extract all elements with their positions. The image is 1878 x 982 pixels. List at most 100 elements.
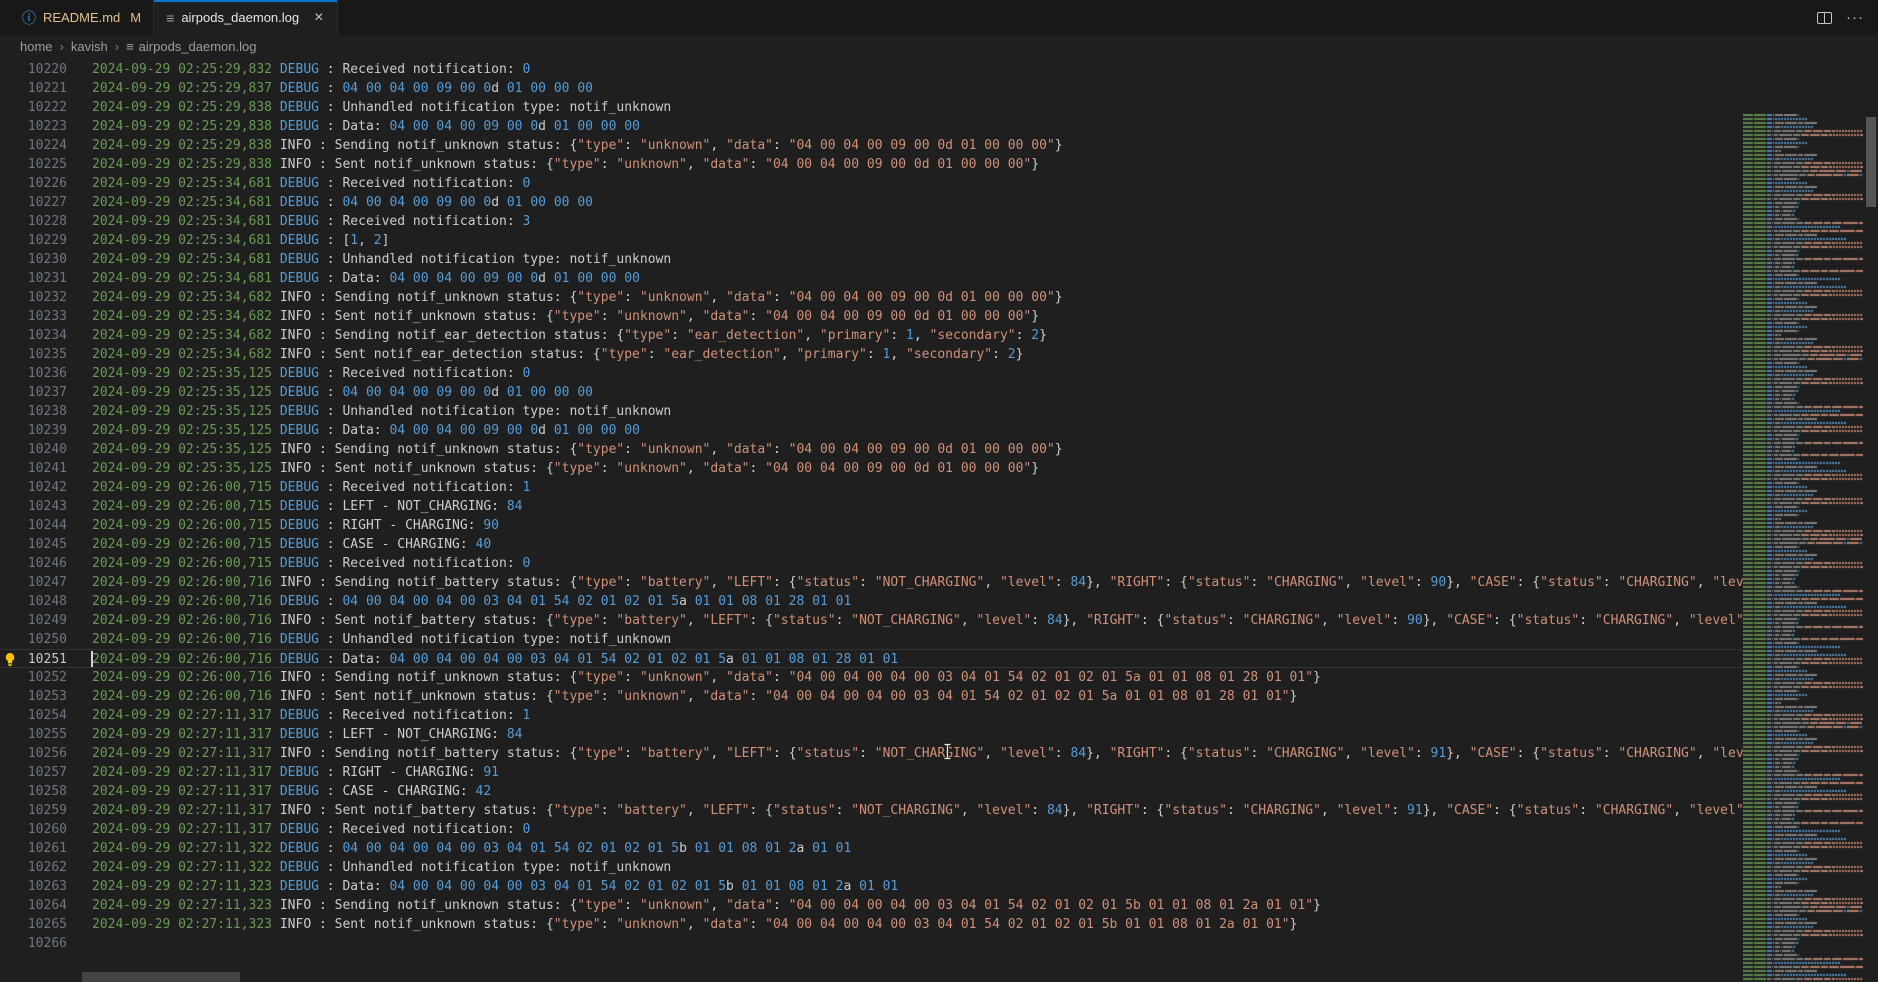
tab-readme[interactable]: ⓘ README.md M	[10, 0, 154, 35]
log-line[interactable]: 102572024-09-29 02:27:11,317 DEBUG : RIG…	[0, 763, 1743, 782]
horizontal-scrollbar-thumb[interactable]	[82, 972, 240, 982]
log-line[interactable]: 102302024-09-29 02:25:34,681 DEBUG : Unh…	[0, 250, 1743, 269]
line-number[interactable]: 10252	[0, 668, 90, 687]
line-number[interactable]: 10244	[0, 516, 90, 535]
line-number[interactable]: 10264	[0, 896, 90, 915]
line-number[interactable]: 10247	[0, 573, 90, 592]
breadcrumb-item-file[interactable]: airpods_daemon.log	[139, 39, 257, 54]
line-number[interactable]: 10228	[0, 212, 90, 231]
log-line[interactable]: 102522024-09-29 02:26:00,716 INFO : Send…	[0, 668, 1743, 687]
line-number[interactable]: 10235	[0, 345, 90, 364]
breadcrumb-item-home[interactable]: home	[20, 39, 53, 54]
line-number[interactable]: 10238	[0, 402, 90, 421]
line-number[interactable]: 10255	[0, 725, 90, 744]
line-number[interactable]: 10245	[0, 535, 90, 554]
log-line[interactable]: 102372024-09-29 02:25:35,125 DEBUG : 04 …	[0, 383, 1743, 402]
line-number[interactable]: 10265	[0, 915, 90, 934]
log-line[interactable]: 102602024-09-29 02:27:11,317 DEBUG : Rec…	[0, 820, 1743, 839]
log-line[interactable]: 102582024-09-29 02:27:11,317 DEBUG : CAS…	[0, 782, 1743, 801]
log-line[interactable]: 102342024-09-29 02:25:34,682 INFO : Send…	[0, 326, 1743, 345]
log-line[interactable]: 102432024-09-29 02:26:00,715 DEBUG : LEF…	[0, 497, 1743, 516]
more-actions-icon[interactable]: ···	[1846, 9, 1864, 26]
line-number[interactable]: 10257	[0, 763, 90, 782]
line-number[interactable]: 10222	[0, 98, 90, 117]
log-line[interactable]: 102312024-09-29 02:25:34,681 DEBUG : Dat…	[0, 269, 1743, 288]
line-number[interactable]: 10221	[0, 79, 90, 98]
line-number[interactable]: 10263	[0, 877, 90, 896]
log-line[interactable]: 102622024-09-29 02:27:11,322 DEBUG : Unh…	[0, 858, 1743, 877]
line-number[interactable]: 10229	[0, 231, 90, 250]
line-number[interactable]: 10234	[0, 326, 90, 345]
log-line[interactable]: 102472024-09-29 02:26:00,716 INFO : Send…	[0, 573, 1743, 592]
breadcrumb-item-kavish[interactable]: kavish	[71, 39, 108, 54]
line-number[interactable]: 10260	[0, 820, 90, 839]
line-number[interactable]: 10223	[0, 117, 90, 136]
log-line[interactable]: 102292024-09-29 02:25:34,681 DEBUG : [1,…	[0, 231, 1743, 250]
log-line[interactable]: 102232024-09-29 02:25:29,838 DEBUG : Dat…	[0, 117, 1743, 136]
log-line[interactable]: 102322024-09-29 02:25:34,682 INFO : Send…	[0, 288, 1743, 307]
log-line[interactable]: 102592024-09-29 02:27:11,317 INFO : Sent…	[0, 801, 1743, 820]
log-line[interactable]: 102402024-09-29 02:25:35,125 INFO : Send…	[0, 440, 1743, 459]
log-line[interactable]: 102362024-09-29 02:25:35,125 DEBUG : Rec…	[0, 364, 1743, 383]
log-line[interactable]: 102262024-09-29 02:25:34,681 DEBUG : Rec…	[0, 174, 1743, 193]
line-number[interactable]: 10236	[0, 364, 90, 383]
log-line[interactable]: 102612024-09-29 02:27:11,322 DEBUG : 04 …	[0, 839, 1743, 858]
log-line[interactable]: 102422024-09-29 02:26:00,715 DEBUG : Rec…	[0, 478, 1743, 497]
log-line[interactable]: 102272024-09-29 02:25:34,681 DEBUG : 04 …	[0, 193, 1743, 212]
log-line[interactable]: 102562024-09-29 02:27:11,317 INFO : Send…	[0, 744, 1743, 763]
log-line[interactable]: 10266	[0, 934, 1743, 953]
split-editor-icon[interactable]	[1817, 12, 1832, 24]
log-line[interactable]: 102352024-09-29 02:25:34,682 INFO : Sent…	[0, 345, 1743, 364]
minimap[interactable]	[1743, 114, 1863, 982]
line-number[interactable]: 10250	[0, 630, 90, 649]
log-line[interactable]: 102502024-09-29 02:26:00,716 DEBUG : Unh…	[0, 630, 1743, 649]
log-line[interactable]: 102332024-09-29 02:25:34,682 INFO : Sent…	[0, 307, 1743, 326]
lightbulb-icon[interactable]	[3, 652, 17, 666]
log-line[interactable]: 102652024-09-29 02:27:11,323 INFO : Sent…	[0, 915, 1743, 934]
log-line[interactable]: 102242024-09-29 02:25:29,838 INFO : Send…	[0, 136, 1743, 155]
line-number[interactable]: 10242	[0, 478, 90, 497]
log-line[interactable]: 102202024-09-29 02:25:29,832 DEBUG : Rec…	[0, 60, 1743, 79]
line-number[interactable]: 10227	[0, 193, 90, 212]
line-number[interactable]: 10240	[0, 440, 90, 459]
line-number[interactable]: 10246	[0, 554, 90, 573]
log-line[interactable]: 102462024-09-29 02:26:00,715 DEBUG : Rec…	[0, 554, 1743, 573]
log-line[interactable]: 102442024-09-29 02:26:00,715 DEBUG : RIG…	[0, 516, 1743, 535]
line-number[interactable]: 10225	[0, 155, 90, 174]
log-line[interactable]: 102532024-09-29 02:26:00,716 INFO : Sent…	[0, 687, 1743, 706]
line-number[interactable]: 10248	[0, 592, 90, 611]
line-number[interactable]: 10241	[0, 459, 90, 478]
log-line[interactable]: 102632024-09-29 02:27:11,323 DEBUG : Dat…	[0, 877, 1743, 896]
log-line[interactable]: 102542024-09-29 02:27:11,317 DEBUG : Rec…	[0, 706, 1743, 725]
line-number[interactable]: 10266	[0, 934, 90, 953]
log-line[interactable]: 102252024-09-29 02:25:29,838 INFO : Sent…	[0, 155, 1743, 174]
line-number[interactable]: 10239	[0, 421, 90, 440]
close-icon[interactable]: ×	[312, 9, 325, 27]
log-line[interactable]: 102642024-09-29 02:27:11,323 INFO : Send…	[0, 896, 1743, 915]
line-number[interactable]: 10254	[0, 706, 90, 725]
line-number[interactable]: 10253	[0, 687, 90, 706]
log-line[interactable]: 102452024-09-29 02:26:00,715 DEBUG : CAS…	[0, 535, 1743, 554]
line-number[interactable]: 10237	[0, 383, 90, 402]
horizontal-scrollbar[interactable]	[0, 972, 1743, 982]
log-line[interactable]: 102412024-09-29 02:25:35,125 INFO : Sent…	[0, 459, 1743, 478]
vertical-scrollbar[interactable]	[1864, 114, 1878, 982]
log-line[interactable]: 102482024-09-29 02:26:00,716 DEBUG : 04 …	[0, 592, 1743, 611]
log-line[interactable]: 102282024-09-29 02:25:34,681 DEBUG : Rec…	[0, 212, 1743, 231]
log-line[interactable]: 102212024-09-29 02:25:29,837 DEBUG : 04 …	[0, 79, 1743, 98]
line-number[interactable]: 10261	[0, 839, 90, 858]
line-number[interactable]: 10243	[0, 497, 90, 516]
line-number[interactable]: 10258	[0, 782, 90, 801]
log-line[interactable]: 102382024-09-29 02:25:35,125 DEBUG : Unh…	[0, 402, 1743, 421]
vertical-scrollbar-thumb[interactable]	[1866, 117, 1876, 207]
line-number[interactable]: 10232	[0, 288, 90, 307]
line-number[interactable]: 10233	[0, 307, 90, 326]
log-line[interactable]: 102552024-09-29 02:27:11,317 DEBUG : LEF…	[0, 725, 1743, 744]
line-number[interactable]: 10262	[0, 858, 90, 877]
line-number[interactable]: 10224	[0, 136, 90, 155]
editor-pane[interactable]: 102202024-09-29 02:25:29,832 DEBUG : Rec…	[0, 57, 1878, 982]
line-number[interactable]: 10231	[0, 269, 90, 288]
tab-airpods-daemon-log[interactable]: ≡ airpods_daemon.log ×	[154, 0, 338, 35]
line-number[interactable]: 10230	[0, 250, 90, 269]
log-line[interactable]: 102392024-09-29 02:25:35,125 DEBUG : Dat…	[0, 421, 1743, 440]
